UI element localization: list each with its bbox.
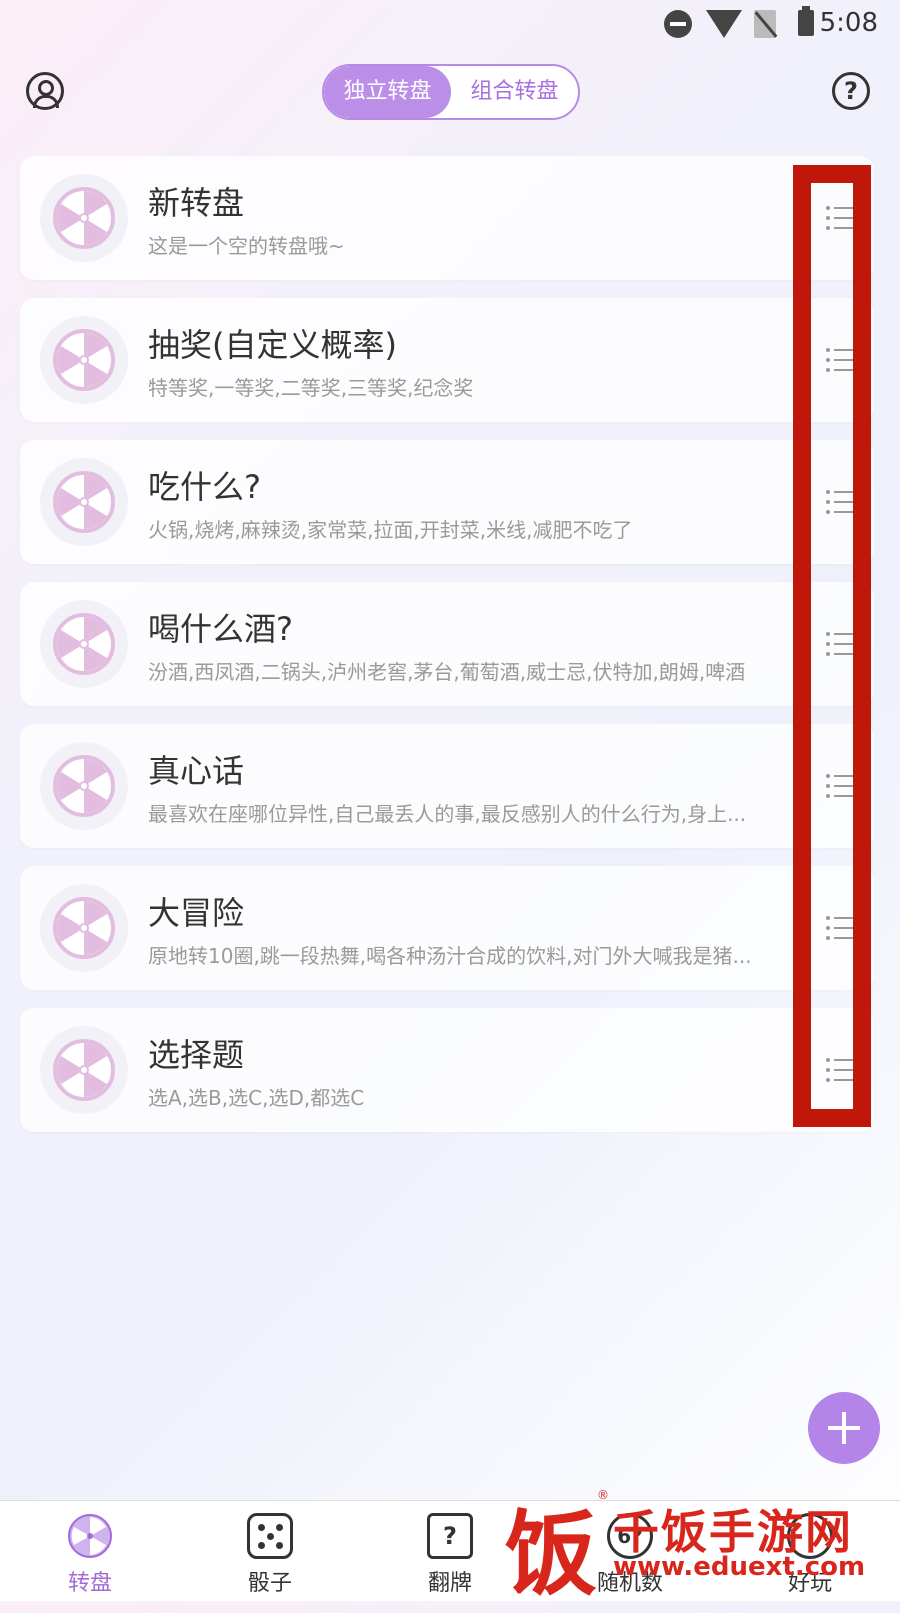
mode-segmented-control: 独立转盘 组合转盘 bbox=[322, 64, 580, 120]
wheel-icon bbox=[40, 316, 128, 404]
wheel-options: 选A,选B,选C,选D,都选C bbox=[148, 1086, 365, 1110]
watermark-url: www.eduext.com bbox=[613, 1552, 866, 1582]
wheel-options: 原地转10圈,跳一段热舞,喝各种汤汁合成的饮料,对门外大喊我是猪... bbox=[148, 944, 752, 968]
wheel-options: 这是一个空的转盘哦~ bbox=[148, 234, 345, 258]
tab-dice[interactable]: 骰子 bbox=[180, 1501, 360, 1601]
watermark-char: 饭 bbox=[505, 1500, 598, 1608]
wheel-icon bbox=[40, 458, 128, 546]
tab-combined-wheel[interactable]: 组合转盘 bbox=[451, 66, 578, 118]
no-sim-icon bbox=[754, 10, 776, 38]
do-not-disturb-icon bbox=[664, 10, 692, 38]
wheel-card[interactable]: 新转盘这是一个空的转盘哦~ bbox=[20, 156, 874, 280]
add-wheel-button[interactable] bbox=[808, 1392, 880, 1464]
wheel-options: 汾酒,西凤酒,二锅头,泸州老窖,茅台,葡萄酒,威士忌,伏特加,朗姆,啤酒 bbox=[148, 660, 746, 684]
wheel-card[interactable]: 喝什么酒? 汾酒,西凤酒,二锅头,泸州老窖,茅台,葡萄酒,威士忌,伏特加,朗姆,啤… bbox=[20, 582, 874, 706]
user-profile-icon[interactable] bbox=[26, 72, 64, 110]
list-menu-icon[interactable] bbox=[826, 626, 862, 662]
wheel-icon bbox=[40, 600, 128, 688]
wifi-icon bbox=[706, 10, 742, 38]
list-menu-icon[interactable] bbox=[826, 768, 862, 804]
wheel-icon bbox=[40, 884, 128, 972]
wheel-icon bbox=[40, 742, 128, 830]
list-menu-icon[interactable] bbox=[826, 1052, 862, 1088]
wheel-title: 真心话 bbox=[148, 752, 245, 790]
wheel-title: 喝什么酒? bbox=[148, 610, 293, 648]
wheel-card[interactable]: 大冒险原地转10圈,跳一段热舞,喝各种汤汁合成的饮料,对门外大喊我是猪... bbox=[20, 866, 874, 990]
list-menu-icon[interactable] bbox=[826, 342, 862, 378]
wheel-options: 最喜欢在座哪位异性,自己最丢人的事,最反感别人的什么行为,身上... bbox=[148, 802, 747, 826]
help-icon[interactable]: ? bbox=[832, 72, 870, 110]
wheel-card[interactable]: 吃什么? 火锅,烧烤,麻辣烫,家常菜,拉面,开封菜,米线,减肥不吃了 bbox=[20, 440, 874, 564]
wheel-icon bbox=[40, 1026, 128, 1114]
tab-label: 转盘 bbox=[67, 1571, 112, 1596]
wheel-card[interactable]: 抽奖(自定义概率) 特等奖,一等奖,二等奖,三等奖,纪念奖 bbox=[20, 298, 874, 422]
wheel-options: 特等奖,一等奖,二等奖,三等奖,纪念奖 bbox=[148, 376, 474, 400]
wheel-card[interactable]: 选择题选A,选B,选C,选D,都选C bbox=[20, 1008, 874, 1132]
wheel-card[interactable]: 真心话最喜欢在座哪位异性,自己最丢人的事,最反感别人的什么行为,身上... bbox=[20, 724, 874, 848]
tab-wheel[interactable]: 转盘 bbox=[0, 1501, 180, 1601]
site-watermark: 饭 ® 千饭手游网 www.eduext.com bbox=[505, 1486, 875, 1608]
list-menu-icon[interactable] bbox=[826, 200, 862, 236]
wheel-title: 选择题 bbox=[148, 1036, 245, 1074]
wheel-title: 吃什么? bbox=[148, 468, 261, 506]
battery-icon bbox=[798, 6, 814, 36]
wheel-title: 抽奖(自定义概率) bbox=[148, 326, 397, 364]
wheel-list: 新转盘这是一个空的转盘哦~ 抽奖(自定义概率) 特等奖,一等奖,二等奖,三等奖,纪念… bbox=[20, 156, 874, 1150]
registered-mark: ® bbox=[597, 1488, 609, 1502]
wheel-title: 大冒险 bbox=[148, 894, 245, 932]
status-time: 5:08 bbox=[819, 8, 878, 38]
wheel-options: 火锅,烧烤,麻辣烫,家常菜,拉面,开封菜,米线,减肥不吃了 bbox=[148, 518, 633, 542]
top-bar: 独立转盘 组合转盘 ? bbox=[0, 62, 900, 122]
card-flip-icon: ? bbox=[427, 1513, 473, 1559]
tab-label: 骰子 bbox=[247, 1571, 292, 1596]
list-menu-icon[interactable] bbox=[826, 484, 862, 520]
wheel-title: 新转盘 bbox=[148, 184, 245, 222]
dice-icon bbox=[247, 1513, 293, 1559]
wheel-icon bbox=[67, 1513, 113, 1559]
wheel-icon bbox=[40, 174, 128, 262]
tab-independent-wheel[interactable]: 独立转盘 bbox=[324, 66, 451, 118]
list-menu-icon[interactable] bbox=[826, 910, 862, 946]
status-bar: 5:08 bbox=[0, 0, 900, 52]
